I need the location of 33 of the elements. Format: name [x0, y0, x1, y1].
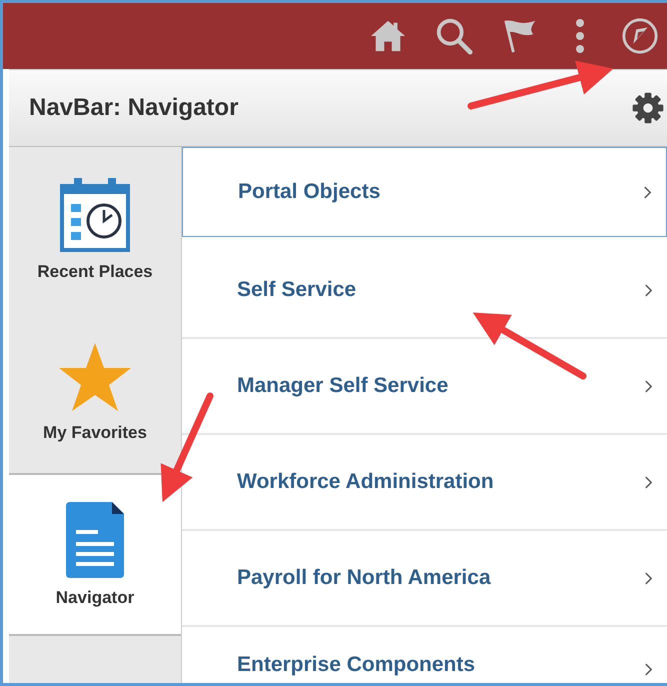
- chevron-icon: [644, 570, 653, 586]
- menu-label: Portal Objects: [238, 180, 380, 204]
- chevron-icon: [644, 662, 653, 677]
- menu-item[interactable]: Enterprise Components: [182, 627, 667, 683]
- calendar-icon: [60, 176, 130, 252]
- menu-item[interactable]: Self Service: [182, 243, 667, 339]
- more-icon[interactable]: [575, 18, 585, 54]
- document-icon: [66, 502, 124, 578]
- sidebar-label: Navigator: [56, 588, 134, 608]
- menu-label: Manager Self Service: [237, 374, 448, 398]
- menu-label: Self Service: [237, 278, 356, 302]
- chevron-icon: [644, 474, 653, 490]
- chevron-icon: [643, 184, 652, 200]
- star-icon: [57, 340, 133, 412]
- menu-label: Workforce Administration: [237, 470, 494, 494]
- menu-label: Payroll for North America: [237, 566, 491, 590]
- sidebar-label: Recent Places: [37, 262, 153, 282]
- chevron-icon: [644, 378, 653, 394]
- menu-item[interactable]: Manager Self Service: [182, 339, 667, 435]
- menu-label: Enterprise Components: [237, 653, 476, 677]
- sidebar-label: My Favorites: [43, 422, 147, 442]
- sidebar-item[interactable]: My Favorites: [9, 310, 181, 473]
- settings-icon[interactable]: [631, 91, 665, 125]
- search-icon[interactable]: [435, 17, 473, 55]
- page-title: NavBar: Navigator: [29, 94, 238, 122]
- chevron-icon: [644, 282, 653, 298]
- compass-icon[interactable]: [621, 17, 659, 55]
- sidebar-item[interactable]: Navigator: [9, 473, 181, 636]
- home-icon[interactable]: [369, 19, 407, 53]
- menu-item[interactable]: Workforce Administration: [182, 435, 667, 531]
- menu-item[interactable]: Portal Objects: [182, 147, 667, 237]
- sidebar-item[interactable]: Recent Places: [9, 147, 181, 310]
- menu-item[interactable]: Payroll for North America: [182, 531, 667, 627]
